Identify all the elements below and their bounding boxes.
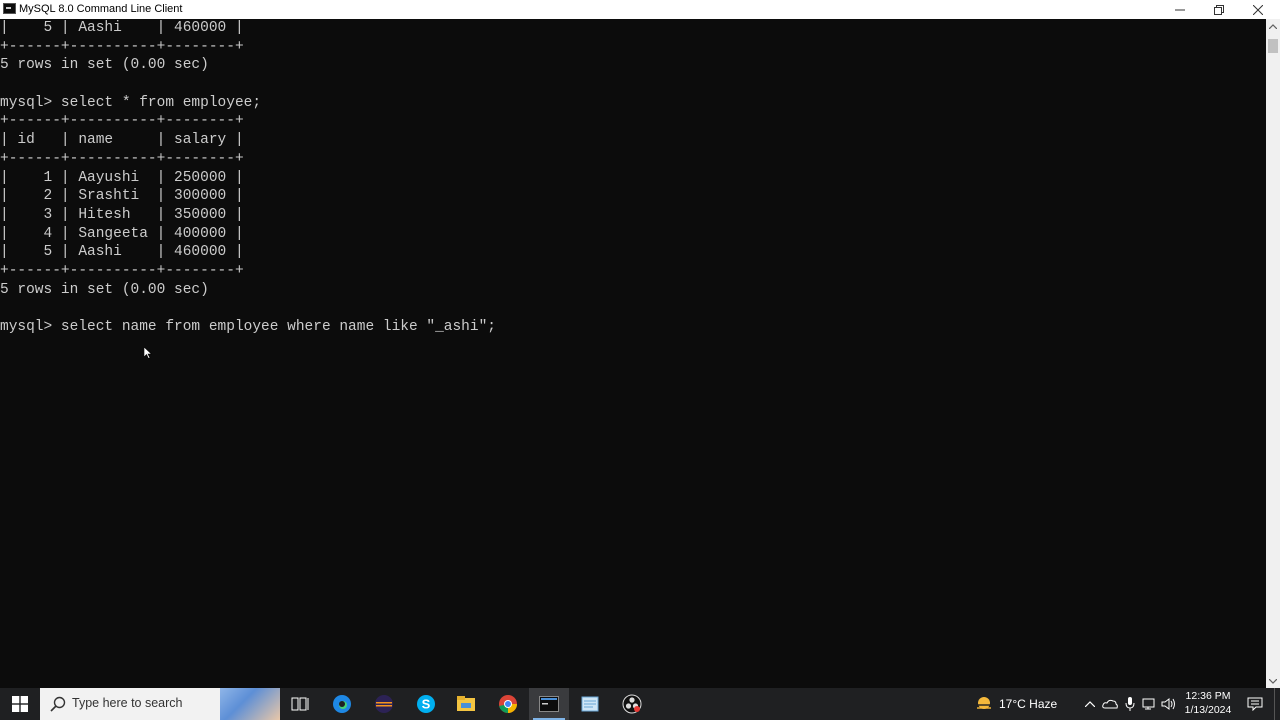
console-line: | id | name | salary | (0, 132, 244, 149)
console-line: | 5 | Aashi | 460000 | (0, 20, 244, 36)
console-line: | 4 | Sangeeta | 400000 | (0, 225, 244, 242)
window-title: MySQL 8.0 Command Line Client (19, 3, 183, 15)
close-icon (1253, 4, 1263, 15)
onedrive-cloud-icon (1102, 699, 1118, 709)
scroll-thumb[interactable] (1268, 39, 1278, 53)
console-line: 5 rows in set (0.00 sec) (0, 281, 209, 298)
scroll-up-button[interactable] (1266, 19, 1280, 33)
obs-icon (622, 694, 642, 714)
network-icon (1142, 698, 1155, 710)
notification-center-button[interactable] (1243, 688, 1267, 720)
console-area[interactable]: | 5 | Aashi | 460000 | +------+----------… (0, 19, 1266, 688)
onedrive-button[interactable] (1100, 688, 1120, 720)
search-icon (50, 696, 66, 712)
mysql-terminal-button[interactable] (529, 688, 569, 720)
weather-text: 17°C Haze (999, 697, 1058, 711)
restore-icon (1214, 4, 1224, 15)
start-button[interactable] (0, 688, 40, 720)
maximize-button[interactable] (1199, 0, 1239, 19)
console-line: +------+----------+--------+ (0, 150, 244, 167)
terminal-app-icon[interactable] (3, 3, 16, 14)
vertical-scrollbar[interactable] (1266, 19, 1280, 688)
console-line: | 5 | Aashi | 460000 | (0, 244, 244, 261)
mysql-terminal-icon (539, 696, 559, 712)
task-view-button[interactable] (280, 688, 320, 720)
speaker-icon (1161, 698, 1175, 710)
close-button[interactable] (1238, 0, 1278, 19)
console-line: +------+----------+--------+ (0, 262, 244, 279)
console-line: | 3 | Hitesh | 350000 | (0, 206, 244, 223)
clock-time: 12:36 PM (1185, 690, 1231, 702)
console-line: +------+----------+--------+ (0, 113, 244, 130)
edge-button[interactable] (322, 688, 362, 720)
chrome-button[interactable] (488, 688, 528, 720)
console-line: mysql> select * from employee; (0, 94, 262, 111)
notepad-icon (581, 696, 599, 712)
chrome-icon (499, 695, 517, 714)
weather-widget[interactable]: 17°C Haze (975, 688, 1057, 720)
obs-button[interactable] (612, 688, 652, 720)
title-bar[interactable]: MySQL 8.0 Command Line Client (0, 0, 1280, 19)
file-explorer-icon (457, 696, 475, 711)
console-line: | 2 | Srashti | 300000 | (0, 188, 244, 205)
notification-icon (1247, 697, 1263, 711)
chevron-up-icon (1269, 23, 1277, 29)
show-hidden-icons-button[interactable] (1080, 688, 1100, 720)
console-output: | 5 | Aashi | 460000 | +------+----------… (0, 19, 496, 337)
microphone-button[interactable] (1120, 688, 1140, 720)
search-highlight-image[interactable] (220, 688, 280, 720)
skype-button[interactable]: S (406, 688, 446, 720)
show-desktop-button[interactable] (1274, 688, 1280, 720)
console-line: 5 rows in set (0.00 sec) (0, 57, 209, 74)
console-line: | 1 | Aayushi | 250000 | (0, 169, 244, 186)
edge-icon (333, 695, 351, 713)
svg-text:S: S (422, 697, 431, 712)
console-input-line[interactable]: mysql> select name from employee where n… (0, 318, 496, 337)
mouse-cursor-icon (144, 347, 152, 359)
scroll-down-button[interactable] (1266, 674, 1280, 688)
chevron-up-icon (1085, 701, 1095, 707)
task-view-icon (291, 697, 309, 711)
clock[interactable]: 12:36 PM 1/13/2024 (1176, 689, 1240, 717)
windows-logo-icon (12, 696, 28, 712)
taskbar: Type here to search S 17°C Haze 12:36 PM… (0, 688, 1280, 720)
eclipse-icon (375, 695, 393, 713)
eclipse-button[interactable] (364, 688, 404, 720)
microphone-icon (1125, 697, 1135, 711)
file-explorer-button[interactable] (446, 688, 486, 720)
search-placeholder: Type here to search (72, 696, 183, 710)
clock-date: 1/13/2024 (1184, 704, 1232, 716)
chevron-down-icon (1269, 678, 1277, 684)
minimize-icon (1175, 9, 1185, 10)
haze-weather-icon (977, 697, 991, 709)
notepad-button[interactable] (570, 688, 610, 720)
skype-icon: S (417, 695, 435, 713)
console-line: +------+----------+--------+ (0, 38, 244, 55)
minimize-button[interactable] (1160, 0, 1200, 19)
network-button[interactable] (1140, 688, 1160, 720)
